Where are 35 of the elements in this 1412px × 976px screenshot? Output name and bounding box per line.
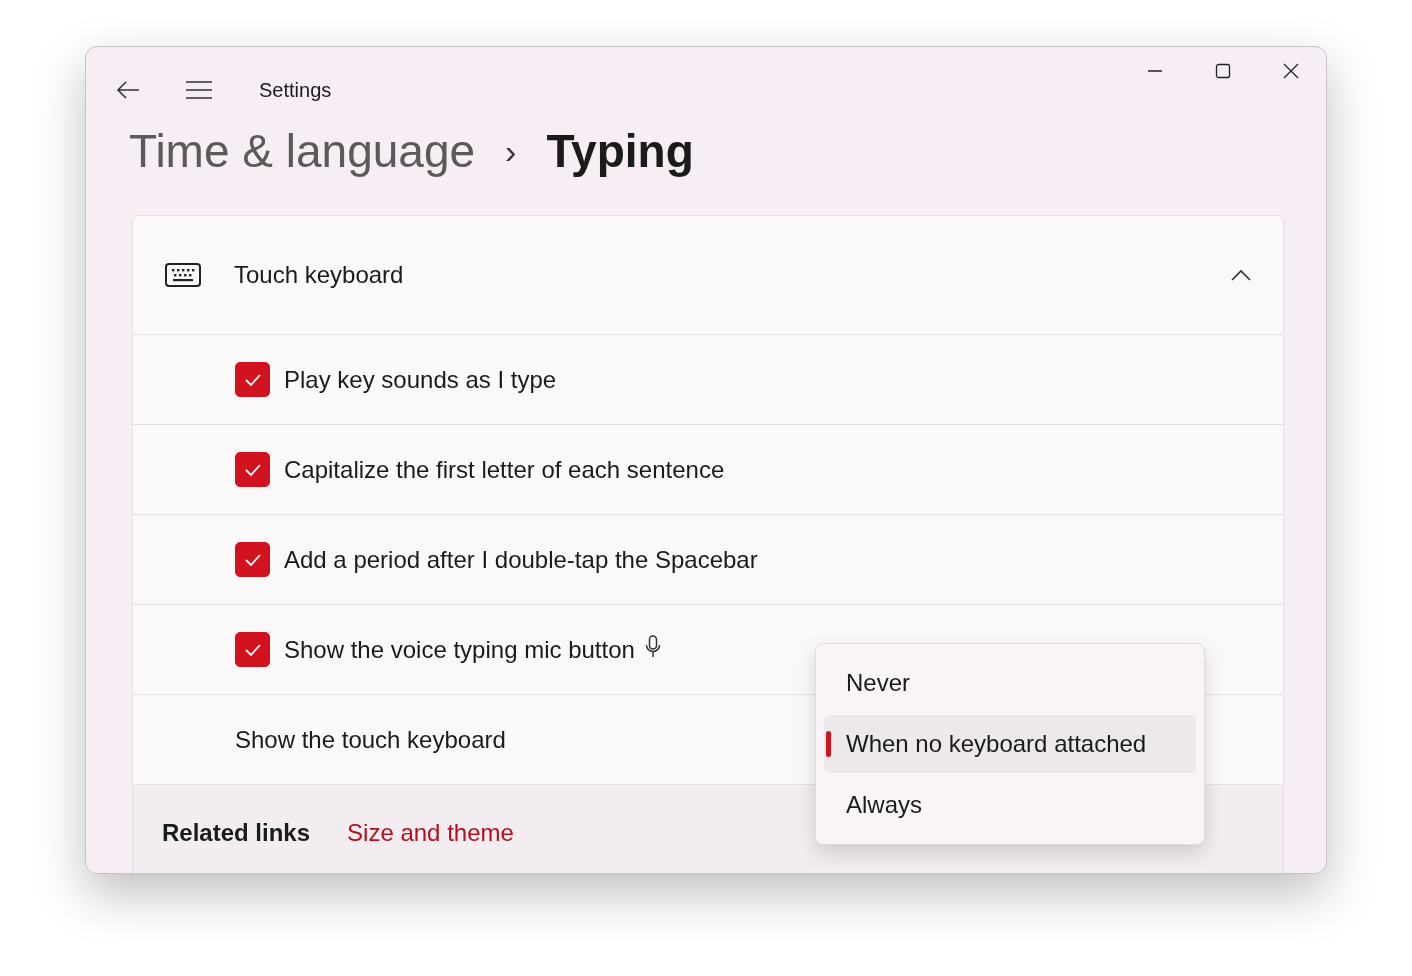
menu-icon (185, 80, 213, 100)
maximize-button[interactable] (1215, 63, 1231, 79)
checkmark-icon (243, 372, 262, 387)
page-title: Typing (546, 124, 694, 178)
related-link[interactable]: Size and theme (347, 819, 514, 847)
keyboard-icon (165, 263, 201, 287)
menu-button[interactable] (185, 80, 213, 100)
menu-option[interactable]: Never (824, 654, 1196, 712)
related-links-title: Related links (162, 819, 311, 847)
chevron-icon[interactable] (1231, 269, 1251, 281)
option-label: Show the voice typing mic button (284, 635, 635, 664)
option-label: Capitalize the first letter of each sentence (284, 455, 725, 484)
checkbox[interactable] (235, 542, 270, 577)
close-icon (1283, 63, 1299, 79)
checkbox[interactable] (235, 362, 270, 397)
section-header[interactable]: Touch keyboard (133, 216, 1283, 334)
back-button[interactable] (115, 80, 141, 100)
option-label: Play key sounds as I type (284, 365, 557, 394)
setting-label: Show the touch keyboard (235, 725, 506, 754)
checkbox[interactable] (235, 632, 270, 667)
menu-option[interactable]: When no keyboard attached (824, 715, 1196, 773)
checkmark-icon (243, 642, 262, 657)
maximize-icon (1215, 63, 1231, 79)
checkmark-icon (243, 552, 262, 567)
menu-option[interactable]: Always (824, 776, 1196, 834)
checkbox[interactable] (235, 452, 270, 487)
option-label: Add a period after I double-tap the Spacebar (284, 545, 758, 574)
close-button[interactable] (1283, 63, 1299, 79)
breadcrumb-separator: › (505, 131, 517, 171)
window-title: Settings (259, 78, 332, 102)
breadcrumb-parent[interactable]: Time & language (129, 124, 476, 178)
minimize-icon (1147, 70, 1163, 72)
checkmark-icon (243, 462, 262, 477)
back-arrow-icon (115, 80, 141, 100)
section-title: Touch keyboard (234, 261, 404, 289)
